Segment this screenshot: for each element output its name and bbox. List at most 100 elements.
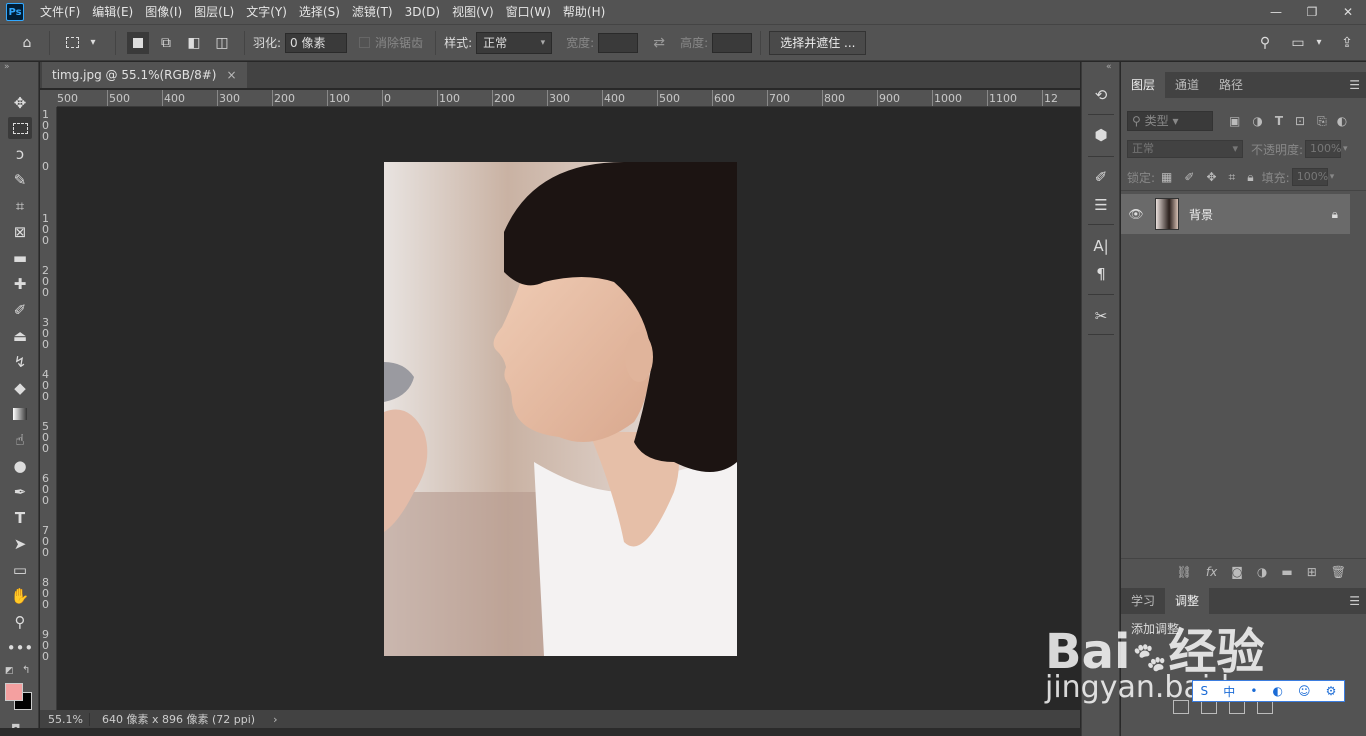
tab-paths[interactable]: 路径 (1209, 72, 1253, 98)
menu-item[interactable]: 图层(L) (188, 0, 240, 24)
canvas[interactable] (58, 108, 1063, 710)
chevron-down-icon[interactable]: ▾ (82, 32, 104, 54)
intersect-selection-icon[interactable]: ◫ (211, 32, 233, 54)
menu-item[interactable]: 窗口(W) (500, 0, 557, 24)
status-menu-arrow[interactable]: › (273, 713, 277, 726)
lock-image-icon[interactable]: ✐ (1184, 170, 1194, 184)
fx-icon[interactable]: fx (1206, 565, 1217, 579)
ruler-tool-icon[interactable]: ▬ (8, 247, 32, 269)
collapse-icon[interactable]: » (4, 62, 10, 72)
gradient-tool-icon[interactable] (8, 403, 32, 425)
move-tool-icon[interactable]: ✥ (8, 92, 32, 114)
blur-tool-icon[interactable]: ☝ (8, 429, 32, 451)
menu-item[interactable]: 编辑(E) (86, 0, 139, 24)
blend-mode-select[interactable]: 正常 ▾ (1127, 140, 1243, 158)
subtract-selection-icon[interactable]: ◧ (183, 32, 205, 54)
layer-filter-select[interactable]: ⚲ 类型 ▾ (1127, 111, 1213, 131)
path-selection-tool-icon[interactable]: ➤ (8, 533, 32, 555)
pen-tool-icon[interactable]: ✒ (8, 481, 32, 503)
share-icon[interactable]: ⇪ (1336, 32, 1358, 54)
lock-position-icon[interactable]: ✥ (1206, 170, 1216, 184)
ime-punctuation-icon[interactable]: • (1250, 684, 1257, 698)
close-tab-icon[interactable]: × (226, 68, 236, 82)
delete-layer-icon[interactable]: 🗑︎ (1331, 565, 1346, 579)
add-mask-icon[interactable]: ◙ (1231, 565, 1243, 579)
tab-channels[interactable]: 通道 (1165, 72, 1209, 98)
menu-item[interactable]: 3D(D) (399, 0, 446, 24)
lock-all-icon[interactable]: 🔒︎ (1247, 170, 1253, 185)
adjustment-icon[interactable] (1229, 700, 1245, 714)
menu-item[interactable]: 图像(I) (139, 0, 188, 24)
horizontal-ruler[interactable]: 500 500 400 300 200 100 0 100 200 300 400 500 600 700… (57, 90, 1080, 107)
menu-item[interactable]: 滤镜(T) (346, 0, 399, 24)
vertical-ruler[interactable]: 100 0 100 200 300 400 500 600 700 800 900 (40, 107, 57, 710)
type-tool-icon[interactable]: T (8, 507, 32, 529)
zoom-tool-icon[interactable]: ⚲ (8, 611, 32, 633)
dodge-tool-icon[interactable]: ● (8, 455, 32, 477)
healing-brush-tool-icon[interactable]: ✚ (8, 273, 32, 295)
filter-smart-object-icon[interactable]: ⎘ (1317, 114, 1327, 129)
layer-name[interactable]: 背景 (1189, 206, 1332, 223)
menu-item[interactable]: 选择(S) (293, 0, 346, 24)
lock-transparent-icon[interactable]: ▦ (1161, 170, 1172, 184)
marquee-preset-icon[interactable] (61, 32, 83, 54)
adjustment-layer-icon[interactable]: ◑ (1257, 565, 1267, 579)
width-input[interactable] (598, 32, 639, 53)
collapse-icon[interactable]: « (1106, 62, 1112, 72)
new-layer-icon[interactable]: ⊞ (1307, 565, 1317, 579)
tool-presets-icon[interactable]: ✂ (1089, 305, 1113, 327)
home-icon[interactable]: ⌂ (16, 32, 38, 54)
document-image[interactable] (384, 162, 737, 656)
swap-icon[interactable]: ⇄ (648, 32, 670, 54)
search-icon[interactable]: ⚲ (1254, 32, 1276, 54)
tab-learn[interactable]: 学习 (1121, 588, 1165, 614)
document-tab[interactable]: timg.jpg @ 55.1%(RGB/8#) × (42, 62, 247, 88)
filter-adjustment-icon[interactable]: ◑ (1252, 114, 1262, 128)
crop-tool-icon[interactable]: ⌗ (8, 195, 32, 217)
filter-pixel-icon[interactable]: ▣ (1229, 114, 1240, 128)
tab-adjustments[interactable]: 调整 (1165, 588, 1210, 614)
new-group-icon[interactable]: ▬ (1281, 565, 1292, 579)
eraser-tool-icon[interactable]: ◆ (8, 377, 32, 399)
chevron-down-icon[interactable]: ▾ (1330, 172, 1335, 182)
add-selection-icon[interactable]: ⧉ (155, 32, 177, 54)
lock-artboard-icon[interactable]: ⌗ (1229, 170, 1236, 185)
style-select[interactable]: 正常 ▾ (476, 31, 553, 54)
history-icon[interactable]: ⟲ (1089, 84, 1113, 106)
quick-selection-tool-icon[interactable]: ✎ (8, 169, 32, 191)
feather-input[interactable]: 0 像素 (285, 32, 348, 53)
ime-logo-icon[interactable]: S (1201, 684, 1209, 698)
workspace-icon[interactable]: ▭ (1287, 32, 1309, 54)
eye-icon[interactable]: 👁︎ (1121, 207, 1151, 221)
history-brush-tool-icon[interactable]: ↯ (8, 351, 32, 373)
height-input[interactable] (712, 32, 753, 53)
filter-type-icon[interactable]: T (1275, 114, 1283, 128)
filter-shape-icon[interactable]: ⊡ (1295, 114, 1305, 128)
foreground-color-swatch[interactable] (5, 683, 23, 701)
chevron-down-icon[interactable]: ▾ (1308, 32, 1330, 54)
hand-tool-icon[interactable]: ✋ (8, 585, 32, 607)
clone-stamp-tool-icon[interactable]: ⏏ (8, 325, 32, 347)
link-layers-icon[interactable]: ⛓ (1177, 565, 1192, 579)
brush-tool-icon[interactable]: ✐ (8, 299, 32, 321)
character-icon[interactable]: A| (1089, 235, 1113, 257)
new-selection-icon[interactable] (127, 31, 149, 54)
zoom-level[interactable]: 55.1% (40, 712, 90, 726)
select-and-mask-button[interactable]: 选择并遮住 ... (769, 30, 867, 55)
default-colors-icon[interactable]: ◩ (5, 666, 14, 676)
menu-item[interactable]: 视图(V) (446, 0, 500, 24)
swap-colors-icon[interactable]: ↰ (22, 665, 30, 676)
adjustment-icon[interactable] (1201, 700, 1217, 714)
opacity-input[interactable]: 100% (1305, 140, 1342, 158)
menu-item[interactable]: 文件(F) (34, 0, 86, 24)
adjustment-icon[interactable] (1173, 700, 1189, 714)
ime-settings-icon[interactable]: ⚙ (1326, 684, 1337, 698)
rectangle-tool-icon[interactable]: ▭ (8, 559, 32, 581)
panel-menu-icon[interactable]: ☰ (1349, 588, 1360, 614)
ime-user-icon[interactable]: ☺ (1298, 684, 1311, 698)
paragraph-icon[interactable]: ¶ (1089, 263, 1113, 285)
ime-moon-icon[interactable]: ◐ (1272, 684, 1282, 698)
vertical-scrollbar[interactable] (1063, 108, 1080, 710)
menu-item[interactable]: 帮助(H) (557, 0, 611, 24)
antialias-checkbox[interactable]: 消除锯齿 (359, 34, 427, 51)
